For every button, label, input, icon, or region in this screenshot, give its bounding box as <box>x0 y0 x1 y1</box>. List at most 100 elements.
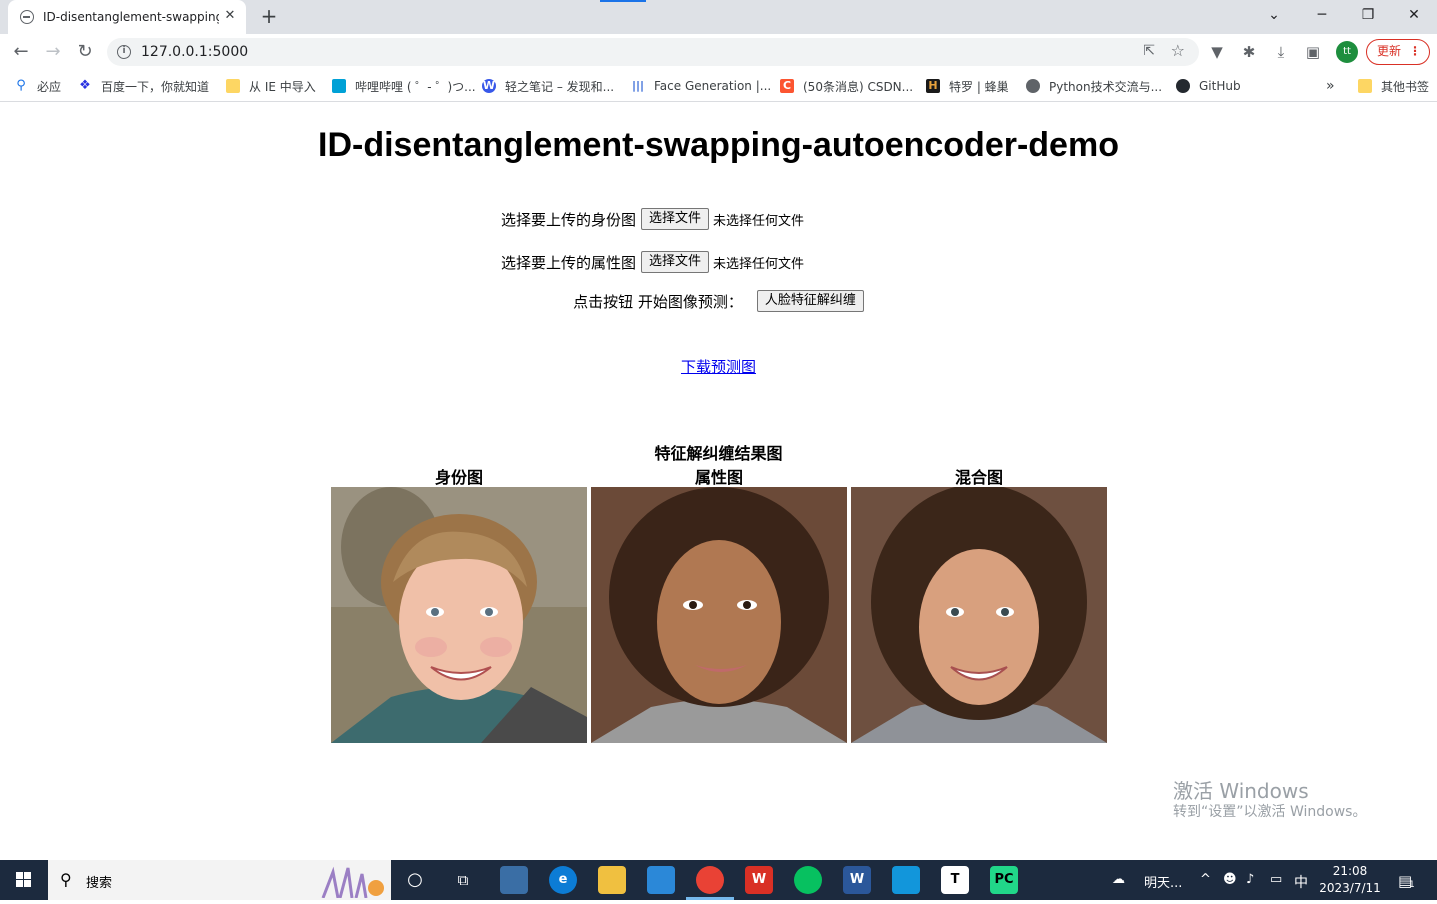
extensions-puzzle-icon[interactable]: ✱ <box>1239 42 1259 62</box>
wps-office-icon[interactable]: W <box>745 866 773 894</box>
tab-strip: ID-disentanglement-swapping-autoencoder-… <box>0 0 1437 34</box>
window-controls: ⌄ ─ ❐ ✕ <box>1251 0 1437 34</box>
weather-icon[interactable]: ☁ <box>1112 872 1125 887</box>
weather-text[interactable]: 明天... <box>1144 872 1182 891</box>
cortana-circle-icon[interactable]: ○ <box>401 866 429 894</box>
wechat-icon[interactable] <box>794 866 822 894</box>
mixed-image <box>851 487 1107 743</box>
bookmark-label: 必应 <box>37 79 62 94</box>
address-bar[interactable]: i 127.0.0.1:5000 ⇱ ☆ <box>107 38 1199 66</box>
tab-hover-indicator <box>600 0 646 2</box>
side-panel-icon[interactable]: ▣ <box>1303 42 1323 62</box>
share-icon[interactable]: ⇱ <box>1143 43 1155 59</box>
predict-button[interactable]: 人脸特征解纠缠 <box>756 290 864 312</box>
windows-taskbar: ⚲ 搜索 ○ ⧉ e W W T PC ☁ 明天... ^ ☻ ♪ ▭ 中 21… <box>0 860 1437 900</box>
bookmark-notes[interactable]: W 轻之笔记 – 发现和... <box>482 77 614 95</box>
file-explorer-icon[interactable] <box>598 866 626 894</box>
search-icon: ⚲ <box>16 78 26 93</box>
tab-search-chevron-icon[interactable]: ⌄ <box>1251 0 1297 30</box>
folder-icon <box>226 79 240 93</box>
url-text[interactable]: 127.0.0.1:5000 <box>141 44 248 60</box>
windows-logo-icon <box>16 872 31 887</box>
bookmark-star-icon[interactable]: ☆ <box>1171 41 1185 60</box>
download-icon[interactable]: ⤓ <box>1271 42 1291 62</box>
wordpress-icon: W <box>482 79 496 93</box>
csdn-icon: C <box>780 79 794 93</box>
bookmark-python[interactable]: Python技术交流与... <box>1026 77 1162 95</box>
edge-browser-icon[interactable]: e <box>549 866 577 894</box>
github-icon <box>1176 79 1190 93</box>
bookmarks-bar: ⚲ 必应 ❖ 百度一下，你就知道 从 IE 中导入 哔哩哔哩 ( ゜- ゜)つ.… <box>0 70 1437 102</box>
menu-dots-icon: ⋮ <box>1409 44 1421 58</box>
identity-upload-label: 选择要上传的身份图 <box>500 210 636 229</box>
bookmark-bing[interactable]: ⚲ 必应 <box>14 77 61 95</box>
bookmark-github[interactable]: GitHub <box>1176 77 1241 95</box>
new-tab-button[interactable]: + <box>259 6 279 26</box>
page-title: ID-disentanglement-swapping-autoencoder-… <box>318 126 1119 164</box>
identity-file-button[interactable]: 选择文件 <box>640 208 709 230</box>
bookmark-bilibili[interactable]: 哔哩哔哩 ( ゜- ゜)つ... <box>332 77 476 95</box>
close-window-button[interactable]: ✕ <box>1391 0 1437 30</box>
attribute-no-file-text: 未选择任何文件 <box>713 256 805 272</box>
update-button[interactable]: 更新 ⋮ <box>1366 39 1430 65</box>
bookmark-csdn[interactable]: C (50条消息) CSDN... <box>780 77 913 95</box>
mixed-column-label: 混合图 <box>954 468 1003 487</box>
taskbar-clock[interactable]: 21:08 2023/7/11 <box>1318 863 1382 897</box>
reload-icon[interactable]: ↻ <box>73 40 97 64</box>
identity-upload-row: 选择要上传的身份图 选择文件 未选择任何文件 <box>0 208 1371 230</box>
waveform-icon: ||| <box>631 79 645 92</box>
task-view-icon[interactable]: ⧉ <box>449 866 477 894</box>
identity-column-label: 身份图 <box>434 468 483 487</box>
attribute-upload-label: 选择要上传的属性图 <box>500 253 636 272</box>
identity-no-file-text: 未选择任何文件 <box>713 213 805 229</box>
qq-tray-icon[interactable]: ☻ <box>1223 872 1237 887</box>
taskbar-search-box[interactable]: ⚲ 搜索 <box>48 860 391 900</box>
update-label: 更新 <box>1377 44 1402 58</box>
download-prediction-link[interactable]: 下载预测图 <box>0 356 1437 377</box>
pycharm-icon[interactable]: PC <box>990 866 1018 894</box>
typora-icon[interactable]: T <box>941 866 969 894</box>
minimize-button[interactable]: ─ <box>1299 0 1345 30</box>
profile-avatar[interactable]: tt <box>1336 41 1358 63</box>
back-arrow-icon[interactable]: ← <box>9 40 33 64</box>
network-icon[interactable]: ▭ <box>1270 872 1282 887</box>
start-button[interactable] <box>0 860 48 900</box>
bookmark-ie-import[interactable]: 从 IE 中导入 <box>226 77 316 95</box>
predict-row: 点击按钮 开始图像预测： 人脸特征解纠缠 <box>0 290 1437 312</box>
forward-arrow-icon[interactable]: → <box>41 40 65 64</box>
ime-indicator[interactable]: 中 <box>1294 872 1308 892</box>
identity-image <box>331 487 587 743</box>
page-content: ID-disentanglement-swapping-autoencoder-… <box>0 103 1437 860</box>
messaging-app-icon[interactable] <box>892 866 920 894</box>
attribute-upload-row: 选择要上传的属性图 选择文件 未选择任何文件 <box>0 251 1371 273</box>
tab-active[interactable]: ID-disentanglement-swapping-autoencoder-… <box>8 0 246 34</box>
browser-toolbar: ← → ↻ i 127.0.0.1:5000 ⇱ ☆ ▼ ✱ ⤓ ▣ tt 更新… <box>0 34 1437 70</box>
restore-button[interactable]: ❐ <box>1345 0 1391 30</box>
bookmark-baidu[interactable]: ❖ 百度一下，你就知道 <box>78 77 209 95</box>
bookmark-other-folder[interactable]: 其他书签 <box>1358 77 1429 95</box>
notification-count-badge: 1 <box>1409 880 1415 890</box>
bookmark-label: Python技术交流与... <box>1049 79 1163 94</box>
control-panel-icon[interactable] <box>500 866 528 894</box>
microsoft-store-icon[interactable] <box>647 866 675 894</box>
bookmark-face-generation[interactable]: ||| Face Generation |... <box>631 77 771 95</box>
globe-icon <box>20 10 34 24</box>
site-info-icon[interactable]: i <box>117 45 131 59</box>
bookmark-label: 轻之笔记 – 发现和... <box>505 79 615 94</box>
bookmark-label: 哔哩哔哩 ( ゜- ゜)つ... <box>355 79 476 94</box>
clock-date: 2023/7/11 <box>1319 881 1381 895</box>
tray-overflow-chevron-icon[interactable]: ^ <box>1200 872 1211 887</box>
results-title: 特征解纠缠结果图 <box>654 444 783 463</box>
tab-close-icon[interactable]: ✕ <box>222 8 238 24</box>
bookmarks-overflow-chevron-icon[interactable]: » <box>1326 77 1335 95</box>
bookmark-label: 百度一下，你就知道 <box>101 79 210 94</box>
bookmark-teluo[interactable]: H 特罗 | 蜂巢 <box>926 77 1009 95</box>
vpn-extension-icon[interactable]: ▼ <box>1207 42 1227 62</box>
word-icon[interactable]: W <box>843 866 871 894</box>
chrome-browser-icon[interactable] <box>686 866 734 900</box>
attribute-file-button[interactable]: 选择文件 <box>640 251 709 273</box>
hive-icon: H <box>926 79 940 93</box>
volume-icon[interactable]: ♪ <box>1246 872 1254 887</box>
bookmark-label: 其他书签 <box>1381 79 1430 94</box>
bookmark-label: 从 IE 中导入 <box>249 79 316 94</box>
